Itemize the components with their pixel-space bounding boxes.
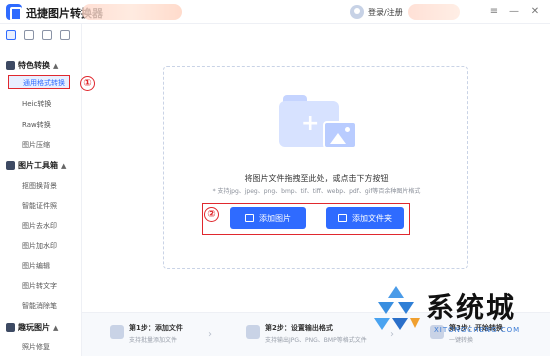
add-folder-label: 添加文件夹 (352, 213, 392, 223)
copy-mode-icon[interactable] (60, 30, 70, 40)
user-avatar-icon (350, 5, 364, 19)
sidebar-group-toolbox[interactable]: 图片工具箱 ▲ (6, 160, 66, 171)
upload-illustration: + (279, 95, 359, 155)
toolbox-group-icon (6, 161, 15, 170)
sidebar-item-restore[interactable]: 照片修复 (22, 342, 50, 352)
edit-mode-icon[interactable] (42, 30, 52, 40)
step-title: 第1步：添加文件 (129, 324, 183, 332)
sidebar-group-featured[interactable]: 特色转换 ▲ (6, 60, 58, 71)
featured-group-icon (6, 61, 15, 70)
image-icon (323, 121, 357, 149)
group-label: 特色转换 (18, 61, 50, 70)
watermark-name: 系统城 (426, 291, 517, 324)
menu-icon[interactable]: ≡ (486, 4, 502, 20)
group-label: 图片工具箱 (18, 161, 58, 170)
watermark-url: XITONGCHENG.COM (434, 326, 521, 334)
annotation-marker-2: ② (204, 207, 219, 222)
step-2: 第2步：设置输出格式 支持输出JPG、PNG、BMP等格式文件 (246, 323, 367, 344)
chevron-up-icon: ▲ (61, 161, 67, 170)
title-bar: 迅捷图片转换器 登录/注册 ≡ — ✕ (0, 0, 550, 24)
sidebar-item-ocr[interactable]: 图片转文字 (22, 281, 57, 291)
add-image-button[interactable]: 添加图片 (230, 207, 306, 229)
vip-badge[interactable] (408, 4, 460, 20)
add-folder-button[interactable]: 添加文件夹 (326, 207, 404, 229)
sidebar-item-heic[interactable]: Heic转换 (22, 99, 51, 109)
sidebar-group-fun[interactable]: 趣玩图片 ▲ (6, 322, 58, 333)
watermark-logo-icon (374, 286, 420, 330)
sidebar-item-eraser[interactable]: 智能消除笔 (22, 301, 57, 311)
supported-formats: * 支持jpg、jpeg、png、bmp、tif、tiff、webp、pdf、g… (212, 188, 421, 195)
add-file-icon (110, 325, 124, 339)
sidebar-item-id-photo[interactable]: 智能证件照 (22, 201, 57, 211)
sidebar-item-remove-watermark[interactable]: 图片去水印 (22, 221, 57, 231)
step-1: 第1步：添加文件 支持批量添加文件 (110, 323, 183, 344)
image-icon (245, 214, 254, 222)
minimize-icon[interactable]: — (506, 4, 522, 20)
convert-mode-icon[interactable] (6, 30, 16, 40)
image-mode-icon[interactable] (24, 30, 34, 40)
drop-zone[interactable]: + 将图片文件拖拽至此处，或点击下方按钮 * 支持jpg、jpeg、png、bm… (163, 66, 468, 269)
add-image-label: 添加图片 (259, 213, 291, 223)
sidebar-item-edit[interactable]: 图片编辑 (22, 261, 50, 271)
sidebar-item-add-watermark[interactable]: 图片加水印 (22, 241, 57, 251)
folder-icon (338, 214, 347, 222)
login-button[interactable]: 登录/注册 (350, 3, 403, 21)
login-label: 登录/注册 (368, 7, 403, 17)
sidebar-item-general-convert[interactable]: 通用格式转换 (8, 75, 70, 89)
fun-group-icon (6, 323, 15, 332)
annotation-marker-1: ① (80, 76, 95, 91)
step-title: 第2步：设置输出格式 (265, 324, 333, 332)
promo-banner[interactable] (82, 4, 182, 20)
chevron-right-icon: › (208, 329, 212, 340)
group-label: 趣玩图片 (18, 323, 50, 332)
sidebar-item-raw[interactable]: Raw转换 (22, 120, 51, 130)
sidebar-item-compress[interactable]: 图片压缩 (22, 140, 50, 150)
sidebar: 特色转换 ▲ 通用格式转换 Heic转换 Raw转换 图片压缩 图片工具箱 ▲ … (0, 24, 82, 356)
sidebar-top-icons (0, 24, 81, 46)
app-logo-icon (6, 4, 22, 21)
plus-icon: + (301, 111, 320, 136)
sidebar-item-cutout[interactable]: 抠图换背景 (22, 181, 57, 191)
site-watermark: 系统城 XITONGCHENG.COM (368, 282, 550, 354)
close-icon[interactable]: ✕ (527, 4, 543, 20)
chevron-up-icon: ▲ (53, 323, 59, 332)
chevron-up-icon: ▲ (53, 61, 59, 70)
step-desc: 支持批量添加文件 (129, 337, 178, 344)
drop-hint: 将图片文件拖拽至此处，或点击下方按钮 (244, 174, 389, 183)
settings-icon (246, 325, 260, 339)
step-desc: 支持输出JPG、PNG、BMP等格式文件 (265, 337, 367, 344)
